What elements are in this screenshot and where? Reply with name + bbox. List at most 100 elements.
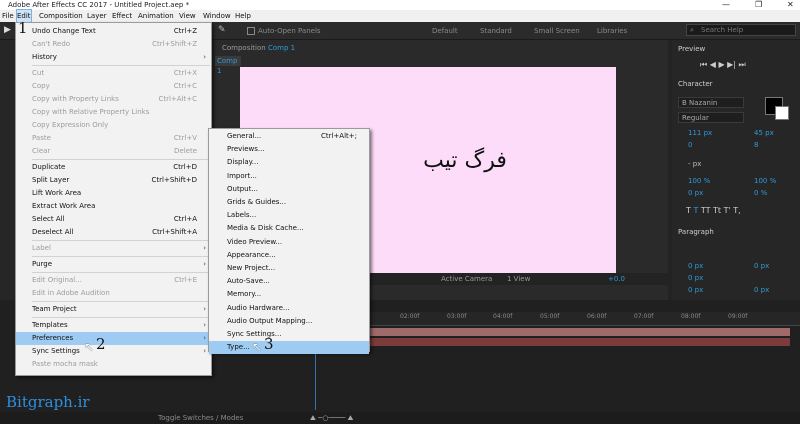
menu-item-label: Memory... [227, 290, 262, 299]
edit-menu-item[interactable]: Clear Delete [16, 145, 211, 158]
workspace-default[interactable]: Default [432, 27, 458, 35]
edit-menu-item[interactable]: Select All Ctrl+A [16, 213, 211, 226]
selection-tool-icon[interactable]: ▶ [4, 25, 11, 35]
menu-item-label: Cut [32, 69, 45, 77]
edit-menu-item[interactable]: Edit in Adobe Audition [16, 287, 211, 300]
layer-bar-text[interactable] [370, 328, 790, 336]
edit-menu-item[interactable]: Extract Work Area [16, 200, 211, 213]
preferences-menu-item[interactable]: Video Preview... [209, 236, 369, 249]
edit-menu-item[interactable]: Duplicate Ctrl+D [16, 161, 211, 174]
zoom-slider[interactable]: ⛰ ─○──── ⛰ [310, 412, 353, 424]
view-select[interactable]: 1 View [507, 273, 530, 285]
preferences-menu-item[interactable]: General... Ctrl+Alt+; [209, 130, 369, 143]
edit-menu-item[interactable]: Sync Settings › [16, 345, 211, 358]
leading-value[interactable]: 45 px [754, 129, 774, 137]
edit-menu-item[interactable]: Edit Original... Ctrl+E [16, 274, 211, 287]
comp-subtab[interactable]: Comp 1 [215, 56, 241, 75]
edit-menu-item[interactable]: Paste mocha mask [16, 358, 211, 371]
toggle-switches-modes[interactable]: Toggle Switches / Modes [158, 412, 243, 424]
menu-file[interactable]: File [2, 10, 14, 22]
preferences-menu-item[interactable]: Memory... [209, 288, 369, 301]
workspace-small-screen[interactable]: Small Screen [534, 27, 580, 35]
horizontal-scale-value[interactable]: 100 % [754, 177, 776, 185]
preferences-menu-item[interactable]: Display... [209, 156, 369, 169]
preferences-menu-item[interactable]: New Project... [209, 262, 369, 275]
edit-menu-item[interactable]: Can't Redo Ctrl+Shift+Z [16, 38, 211, 51]
edit-menu-item[interactable]: Split Layer Ctrl+Shift+D [16, 174, 211, 187]
stroke-color-swatch[interactable] [775, 106, 789, 120]
edit-menu-item[interactable]: Label › [16, 242, 211, 255]
composition-tab[interactable]: Composition Comp 1 [222, 42, 342, 54]
edit-menu-item[interactable]: Cut Ctrl+X [16, 67, 211, 80]
auto-open-checkbox[interactable] [247, 27, 255, 35]
menu-item-label: Sync Settings [32, 347, 80, 355]
edit-menu-item[interactable]: Team Project › [16, 303, 211, 316]
menu-animation[interactable]: Animation [138, 10, 174, 22]
menu-item-label: Previews... [227, 145, 265, 154]
tracking-value[interactable]: 8 [754, 141, 758, 149]
font-family-select[interactable]: B Nazanin [678, 97, 744, 108]
search-help-input[interactable]: ⌕ Search Help [686, 24, 796, 36]
indent-right-value[interactable]: 0 px [754, 262, 769, 270]
indent-left-value[interactable]: 0 px [688, 262, 703, 270]
canvas-text-layer[interactable]: فرگ تیب [405, 148, 525, 178]
preview-panel-title: Preview [678, 45, 706, 53]
menu-separator [32, 240, 210, 241]
menu-composition[interactable]: Composition [39, 10, 83, 22]
edit-menu-item[interactable]: Copy Ctrl+C [16, 80, 211, 93]
tsume-value[interactable]: 0 % [754, 189, 767, 197]
vertical-scale-value[interactable]: 100 % [688, 177, 710, 185]
preferences-menu-item[interactable]: Type... [209, 341, 369, 355]
menu-window[interactable]: Window [203, 10, 231, 22]
edit-menu-item[interactable]: Purge › [16, 258, 211, 271]
edit-menu-item[interactable]: Copy Expression Only [16, 119, 211, 132]
preferences-menu-item[interactable]: Output... [209, 183, 369, 196]
minimize-icon[interactable]: — [722, 0, 730, 10]
space-after-value[interactable]: 0 px [754, 286, 769, 294]
ruler-tick: 06:00f [587, 313, 607, 320]
edit-menu-item[interactable]: Templates › [16, 319, 211, 332]
preferences-menu-item[interactable]: Labels... [209, 209, 369, 222]
close-icon[interactable]: ✕ [787, 0, 794, 10]
preferences-menu-item[interactable]: Sync Settings... [209, 328, 369, 341]
maximize-icon[interactable]: ❐ [755, 0, 762, 10]
preview-controls[interactable]: ⏮ ◀ ▶ ▶| ⏭ [700, 60, 746, 70]
edit-menu-item[interactable]: Preferences › [16, 332, 211, 345]
workspace-standard[interactable]: Standard [480, 27, 512, 35]
menu-effect[interactable]: Effect [112, 10, 132, 22]
menu-help[interactable]: Help [235, 10, 251, 22]
preferences-menu-item[interactable]: Audio Output Mapping... [209, 315, 369, 328]
preferences-menu-item[interactable]: Audio Hardware... [209, 302, 369, 315]
menu-item-shortcut: Ctrl+Z [173, 27, 197, 35]
edit-menu-item[interactable]: Lift Work Area [16, 187, 211, 200]
faux-style-buttons[interactable]: T T TT Tt T' T, [686, 206, 741, 215]
font-style-select[interactable]: Regular [678, 112, 744, 123]
composition-tab-name: Comp 1 [267, 44, 296, 52]
workspace-libraries[interactable]: Libraries [597, 27, 627, 35]
kerning-value[interactable]: 0 [688, 141, 692, 149]
edit-menu-item[interactable]: Undo Change Text Ctrl+Z [16, 25, 211, 38]
layer-bar-solid[interactable] [370, 338, 790, 346]
exposure-value[interactable]: +0.0 [608, 273, 625, 285]
menu-layer[interactable]: Layer [87, 10, 107, 22]
preferences-menu-item[interactable]: Media & Disk Cache... [209, 222, 369, 235]
edit-menu-item[interactable]: Copy with Property Links Ctrl+Alt+C [16, 93, 211, 106]
font-size-value[interactable]: 111 px [688, 129, 712, 137]
space-before-value[interactable]: 0 px [688, 286, 703, 294]
camera-select[interactable]: Active Camera [441, 273, 492, 285]
edit-menu-item[interactable]: Deselect All Ctrl+Shift+A [16, 226, 211, 239]
pin-tool-icon[interactable]: ✎ [218, 25, 226, 35]
edit-menu-item[interactable]: Paste Ctrl+V [16, 132, 211, 145]
menu-item-label: Can't Redo [32, 40, 71, 48]
edit-menu-item[interactable]: History › [16, 51, 211, 64]
stroke-width-value[interactable]: - px [688, 160, 701, 168]
menu-view[interactable]: View [179, 10, 196, 22]
indent-first-value[interactable]: 0 px [688, 274, 703, 282]
preferences-menu-item[interactable]: Import... [209, 170, 369, 183]
edit-menu-item[interactable]: Copy with Relative Property Links [16, 106, 211, 119]
baseline-value[interactable]: 0 px [688, 189, 703, 197]
preferences-menu-item[interactable]: Previews... [209, 143, 369, 156]
preferences-menu-item[interactable]: Auto-Save... [209, 275, 369, 288]
preferences-menu-item[interactable]: Grids & Guides... [209, 196, 369, 209]
preferences-menu-item[interactable]: Appearance... [209, 249, 369, 262]
